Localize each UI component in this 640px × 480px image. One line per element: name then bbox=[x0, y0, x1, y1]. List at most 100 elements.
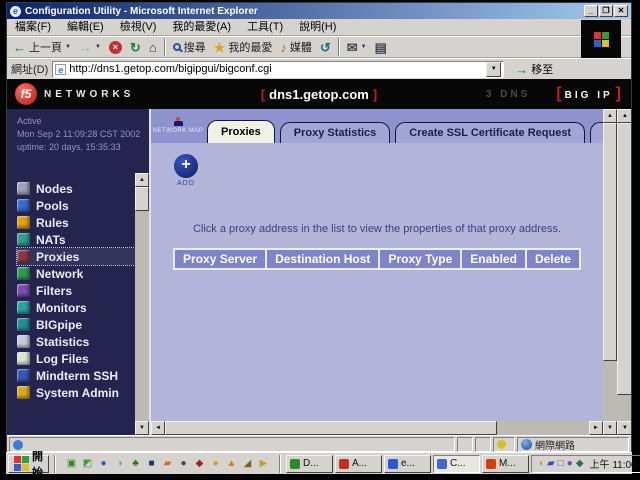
scroll-down-icon[interactable]: ▼ bbox=[617, 421, 631, 435]
quick-launch-icon[interactable]: ♣ bbox=[128, 456, 143, 471]
add-proxy-button[interactable]: + ADD bbox=[171, 154, 201, 187]
quick-launch-icon[interactable]: ▶ bbox=[256, 456, 271, 471]
task-button[interactable]: C... bbox=[433, 455, 480, 473]
tab[interactable]: Create SSL Certificate Request bbox=[395, 122, 585, 143]
quick-launch-icon[interactable]: ◑ bbox=[112, 456, 127, 471]
quick-launch-icon[interactable]: ◆ bbox=[192, 456, 207, 471]
tab[interactable]: Install SSL Certificate bbox=[590, 122, 603, 143]
refresh-button[interactable]: ↻ bbox=[126, 37, 145, 57]
mail-button[interactable]: ✉▼ bbox=[343, 37, 371, 57]
menu-item[interactable]: 工具(T) bbox=[239, 20, 291, 35]
sidebar-item[interactable]: Nodes bbox=[17, 180, 135, 197]
home-icon: ⌂ bbox=[149, 41, 157, 54]
stop-button[interactable]: × bbox=[105, 37, 126, 57]
menu-item[interactable]: 我的最愛(A) bbox=[164, 20, 239, 35]
scroll-right-icon[interactable]: ► bbox=[589, 421, 603, 435]
sidebar-item-label: Rules bbox=[36, 216, 69, 230]
sidebar-item[interactable]: Mindterm SSH bbox=[17, 367, 135, 384]
sidebar-item[interactable]: NATs bbox=[17, 231, 135, 248]
close-button[interactable]: ✕ bbox=[614, 5, 628, 17]
product-3dns-label[interactable]: 3 DNS bbox=[486, 89, 530, 100]
scroll-down-icon[interactable]: ▼ bbox=[603, 421, 617, 435]
quick-launch-icon[interactable]: ● bbox=[176, 456, 191, 471]
scroll-thumb[interactable] bbox=[165, 421, 497, 435]
tray-icon[interactable]: ▰ bbox=[547, 458, 555, 469]
sidebar-item-icon bbox=[17, 284, 30, 297]
quick-launch-icon[interactable]: ▲ bbox=[224, 456, 239, 471]
task-button[interactable]: M... bbox=[482, 455, 529, 473]
address-input[interactable] bbox=[69, 63, 483, 75]
minimize-button[interactable]: _ bbox=[584, 5, 598, 17]
quick-launch-icon[interactable]: ● bbox=[208, 456, 223, 471]
tray-icon[interactable]: ◆ bbox=[576, 458, 584, 469]
desktop: e Configuration Utility - Microsoft Inte… bbox=[6, 2, 632, 474]
sidebar-item[interactable]: Statistics bbox=[17, 333, 135, 350]
tray-icon[interactable]: ● bbox=[567, 458, 573, 469]
tab[interactable]: Proxies bbox=[207, 120, 275, 143]
sidebar-item-label: Nodes bbox=[36, 182, 73, 196]
sidebar-item[interactable]: Log Files bbox=[17, 350, 135, 367]
menu-item[interactable]: 說明(H) bbox=[291, 20, 344, 35]
sidebar-item[interactable]: Proxies bbox=[17, 248, 135, 265]
sidebar-item-icon bbox=[17, 301, 30, 314]
tray-icon[interactable]: ◖ bbox=[538, 458, 544, 469]
frames-region: Active Mon Sep 2 11:09:28 CST 2002 uptim… bbox=[7, 109, 631, 435]
sidebar-item[interactable]: Monitors bbox=[17, 299, 135, 316]
maximize-button[interactable]: ❐ bbox=[599, 5, 613, 17]
task-button[interactable]: A... bbox=[335, 455, 382, 473]
product-bigip-label[interactable]: [BIG IP] bbox=[556, 85, 621, 103]
print-button[interactable]: ▤ bbox=[371, 37, 391, 57]
task-button[interactable]: e... bbox=[384, 455, 431, 473]
quick-launch-icon[interactable]: ▣ bbox=[64, 456, 79, 471]
back-button[interactable]: ← 上一頁▼ bbox=[9, 37, 75, 57]
frame-vertical-scrollbar[interactable]: ▲ ▼ bbox=[603, 109, 617, 435]
start-button[interactable]: 開始 bbox=[8, 455, 49, 473]
search-button[interactable]: 搜尋 bbox=[169, 37, 210, 57]
horizontal-scrollbar[interactable]: ◄ ► bbox=[151, 421, 603, 435]
sidebar-item-label: Log Files bbox=[36, 352, 89, 366]
taskbar-clock: 上午 11:00 bbox=[590, 456, 637, 471]
quick-launch-icon[interactable]: ◩ bbox=[80, 456, 95, 471]
menu-item[interactable]: 檢視(V) bbox=[112, 20, 165, 35]
window-vertical-scrollbar[interactable]: ▲ ▼ bbox=[617, 109, 631, 435]
sidebar-item[interactable]: BIGpipe bbox=[17, 316, 135, 333]
scroll-left-icon[interactable]: ◄ bbox=[151, 421, 165, 435]
sidebar-item-icon bbox=[17, 335, 30, 348]
network-map-button[interactable]: NETWORK MAP bbox=[155, 111, 201, 140]
favorites-button[interactable]: ★ 我的最愛 bbox=[210, 37, 277, 57]
quick-launch-bar: ▣◩●◑♣■▰●◆●▲◢▶ bbox=[61, 456, 274, 471]
task-button[interactable]: D... bbox=[286, 455, 333, 473]
scroll-up-icon[interactable]: ▲ bbox=[603, 109, 617, 123]
tray-icon[interactable]: □ bbox=[558, 458, 564, 469]
tab[interactable]: Proxy Statistics bbox=[280, 122, 391, 143]
sidebar-item[interactable]: Rules bbox=[17, 214, 135, 231]
scroll-up-icon[interactable]: ▲ bbox=[135, 173, 149, 187]
stop-icon: × bbox=[109, 41, 122, 54]
sidebar-item-icon bbox=[17, 318, 30, 331]
media-button[interactable]: ♪ 媒體 bbox=[276, 37, 316, 57]
sidebar-item[interactable]: Network bbox=[17, 265, 135, 282]
scroll-down-icon[interactable]: ▼ bbox=[135, 421, 149, 435]
menu-item[interactable]: 檔案(F) bbox=[7, 20, 59, 35]
quick-launch-icon[interactable]: ■ bbox=[144, 456, 159, 471]
address-dropdown-button[interactable]: ▼ bbox=[486, 62, 501, 77]
toolbar: ← 上一頁▼ →▼ × ↻ ⌂ 搜尋 ★ 我的最愛 bbox=[7, 36, 631, 58]
quick-launch-icon[interactable]: ● bbox=[96, 456, 111, 471]
history-button[interactable]: ↺ bbox=[316, 37, 335, 57]
quick-launch-icon[interactable]: ◢ bbox=[240, 456, 255, 471]
scroll-thumb[interactable] bbox=[135, 187, 149, 211]
home-button[interactable]: ⌂ bbox=[145, 37, 161, 57]
forward-button[interactable]: →▼ bbox=[75, 37, 105, 57]
sidebar-item[interactable]: System Admin bbox=[17, 384, 135, 401]
menu-item[interactable]: 編輯(E) bbox=[59, 20, 112, 35]
quick-launch-icon[interactable]: ▰ bbox=[160, 456, 175, 471]
sidebar-scrollbar[interactable]: ▲ ▼ bbox=[135, 173, 149, 435]
scroll-thumb[interactable] bbox=[603, 123, 617, 361]
go-button[interactable]: → 移至 bbox=[510, 60, 558, 79]
scroll-thumb[interactable] bbox=[617, 123, 631, 395]
sidebar-item-label: NATs bbox=[36, 233, 66, 247]
sidebar-item[interactable]: Filters bbox=[17, 282, 135, 299]
sidebar-item[interactable]: Pools bbox=[17, 197, 135, 214]
scroll-up-icon[interactable]: ▲ bbox=[617, 109, 631, 123]
forward-icon: → bbox=[79, 41, 92, 54]
